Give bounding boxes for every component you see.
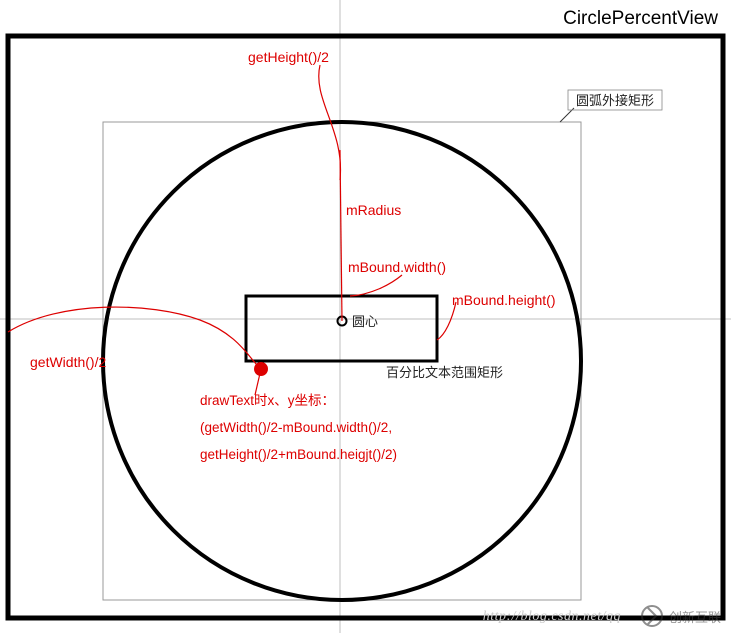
label-mbound-height: mBound.height() [452,292,556,308]
watermark-logo-icon [641,605,663,627]
watermark: 创新互联 [641,605,721,627]
diagram-canvas: CirclePercentView 圆弧外接矩形 getHeight()/2 m… [0,0,731,633]
label-drawtext-1: drawText时x、y坐标： [200,393,335,408]
label-percent-text-rect: 百分比文本范围矩形 [386,365,503,380]
label-drawtext-3: getHeight()/2+mBound.heigjt()/2) [200,447,397,462]
watermark-brand: 创新互联 [669,607,721,626]
label-drawtext-2: (getWidth()/2-mBound.width()/2, [200,420,392,435]
title-text: CirclePercentView [563,8,718,29]
arc-bounding-rect-label: 圆弧外接矩形 [576,93,654,108]
label-getheight-half: getHeight()/2 [248,49,329,65]
label-mradius: mRadius [346,202,401,218]
label-getwidth-half: getWidth()/2 [30,354,106,370]
label-center: 圆心 [352,314,378,329]
label-mbound-width: mBound.width() [348,259,446,275]
watermark-url: http://blog.csdn.net/qq [483,609,621,625]
leader-bound-width [350,275,402,296]
